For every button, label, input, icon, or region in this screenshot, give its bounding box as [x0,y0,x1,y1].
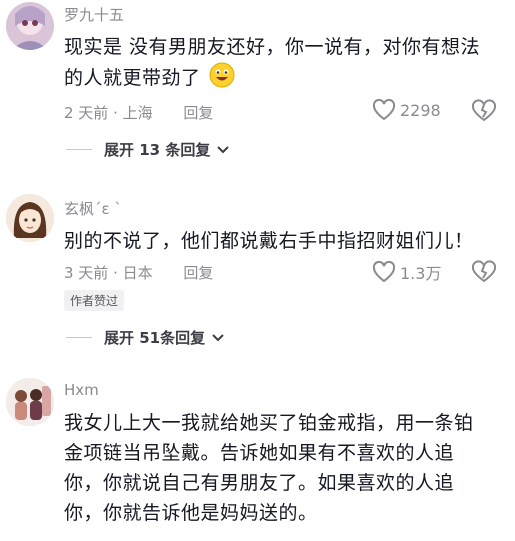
heart-outline-icon [372,261,396,283]
reply-button[interactable]: 回复 [183,264,213,282]
reply-button[interactable]: 回复 [183,104,213,122]
expand-replies-label: 展开 13 条回复 [104,141,211,159]
time-location: 2 天前 · 上海 [64,104,153,122]
expand-replies[interactable]: 展开 13 条回复 [66,139,230,160]
like-button[interactable]: 2298 [372,99,441,121]
heart-outline-icon [372,99,396,121]
username[interactable]: 玄枫ˊε ˋ [64,198,122,219]
like-count: 1.3万 [400,264,442,283]
comment-text-line: 你，你就告诉他是妈妈送的。 [64,502,318,524]
dislike-button[interactable] [471,260,497,284]
chevron-down-icon [217,145,230,153]
comment-meta: 2 天前 · 上海 回复 [64,102,213,123]
expand-replies[interactable]: 展开 51条回复 [66,327,225,348]
dislike-button[interactable] [471,99,497,123]
broken-heart-icon [471,99,497,122]
comment-text-line: 我女儿上大一我就给她买了铂金戒指，用一条铂 [64,412,474,434]
comment-text: 别的不说了，他们都说戴右手中指招财姐们儿！ [64,226,504,256]
divider [66,149,92,150]
username[interactable]: Hxm [64,381,99,399]
avatar[interactable] [6,194,54,242]
broken-heart-icon [471,260,497,283]
comment-text-line: 现实是 没有男朋友还好，你一说有，对你有想法 [64,36,481,58]
expand-replies-label: 展开 51条回复 [104,329,206,347]
grinning-face-icon [209,62,235,97]
comment-text-fragment: 的人就更带劲了 [64,67,201,89]
comment-text: 我女儿上大一我就给她买了铂金戒指，用一条铂 金项链当吊坠戴。告诉她如果有不喜欢的… [64,408,504,528]
comment-text-line: 你，你就说自己有男朋友了。如果喜欢的人追 [64,472,455,494]
like-button[interactable]: 1.3万 [372,260,441,284]
username[interactable]: 罗九十五 [64,4,124,25]
comment-text-line: 的人就更带劲了 [64,62,504,97]
comment-text-line: 金项链当吊坠戴。告诉她如果有不喜欢的人追 [64,442,455,464]
author-liked-badge: 作者赞过 [64,290,125,311]
comment-meta: 3 天前 · 日本 回复 [64,262,213,283]
time-location: 3 天前 · 日本 [64,264,153,282]
comment-text-line: 别的不说了，他们都说戴右手中指招财姐们儿！ [64,230,474,252]
avatar[interactable] [6,378,54,426]
like-count: 2298 [400,100,441,120]
comment-text: 现实是 没有男朋友还好，你一说有，对你有想法 的人就更带劲了 [64,32,504,97]
avatar[interactable] [6,2,54,50]
divider [66,337,92,338]
chevron-down-icon [212,333,224,341]
